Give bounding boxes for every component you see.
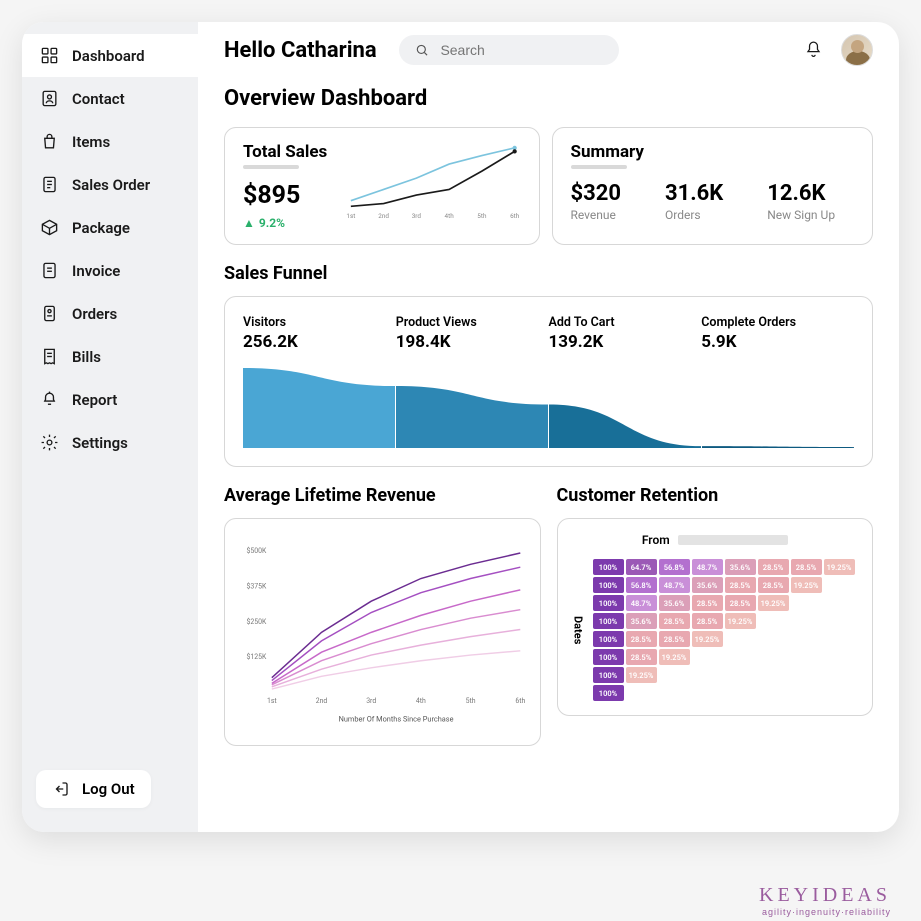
summary-card: Summary $320 Revenue 31.6K Orders 12.6K — [552, 127, 874, 245]
receipt-icon — [40, 347, 59, 366]
total-sales-title: Total Sales — [243, 142, 329, 162]
summary-title: Summary — [571, 142, 855, 162]
sidebar-item-label: Contact — [72, 90, 125, 108]
svg-text:1st: 1st — [346, 212, 355, 220]
file-icon — [40, 261, 59, 280]
bag-icon — [40, 132, 59, 151]
sidebar-item-label: Report — [72, 391, 117, 409]
logout-label: Log Out — [82, 780, 135, 798]
summary-stat: $320 Revenue — [571, 181, 622, 222]
badge-icon — [40, 304, 59, 323]
svg-text:4th: 4th — [416, 697, 426, 705]
sidebar-item-label: Dashboard — [72, 47, 145, 65]
svg-text:6th: 6th — [510, 212, 520, 220]
box-icon — [40, 218, 59, 237]
summary-stat: 31.6K Orders — [665, 181, 723, 222]
page-title: Overview Dashboard — [224, 86, 873, 111]
stat-value: 31.6K — [665, 181, 723, 206]
funnel-chart — [243, 368, 854, 448]
svg-text:5th: 5th — [466, 697, 476, 705]
greeting: Hello Catharina — [224, 38, 377, 63]
doclist-icon — [40, 175, 59, 194]
report-icon — [40, 390, 59, 409]
sidebar-item-bills[interactable]: Bills — [22, 335, 198, 378]
logout-icon — [52, 780, 70, 798]
retention-card: From Dates 100%64.7%56.8%48.7%35.6%28.5%… — [557, 518, 874, 716]
svg-text:$250K: $250K — [246, 618, 266, 626]
funnel-card: Visitors 256.2K Product Views 198.4K Add… — [224, 296, 873, 467]
svg-text:3rd: 3rd — [412, 212, 422, 220]
sidebar-item-contact[interactable]: Contact — [22, 77, 198, 120]
lifetime-section: Average Lifetime Revenue $125K $250K $375K… — [224, 485, 541, 746]
retention-axis-label: Dates — [572, 616, 585, 644]
search-input[interactable] — [440, 42, 602, 58]
stat-label: Revenue — [571, 208, 622, 222]
sidebar-item-label: Items — [72, 133, 110, 151]
svg-text:2nd: 2nd — [378, 212, 389, 220]
svg-text:2nd: 2nd — [316, 697, 328, 705]
retention-range-bar — [678, 535, 788, 545]
funnel-title: Sales Funnel — [224, 263, 873, 284]
retention-title: Customer Retention — [557, 485, 874, 506]
contact-icon — [40, 89, 59, 108]
svg-text:4th: 4th — [445, 212, 455, 220]
sidebar-item-label: Bills — [72, 348, 101, 366]
retention-heatmap: 100%64.7%56.8%48.7%35.6%28.5%28.5%19.25%… — [593, 559, 855, 701]
stat-value: $320 — [571, 181, 622, 206]
svg-text:6th: 6th — [515, 697, 525, 705]
card-divider — [571, 165, 627, 169]
svg-text:5th: 5th — [477, 212, 487, 220]
lifetime-card: $125K $250K $375K $500K 1st 2nd 3rd 4th 5th 6th Nu… — [224, 518, 541, 746]
total-sales-sparkline: 1st 2nd 3rd 4th 5th 6th — [345, 142, 521, 220]
sidebar: Dashboard Contact Items Sales Order Pack… — [22, 22, 198, 832]
sidebar-item-settings[interactable]: Settings — [22, 421, 198, 464]
funnel-stage: Visitors 256.2K — [243, 315, 396, 352]
sidebar-item-label: Settings — [72, 434, 128, 452]
stat-label: Orders — [665, 208, 723, 222]
grid-icon — [40, 46, 59, 65]
notifications-button[interactable] — [804, 39, 823, 62]
summary-stat: 12.6K New Sign Up — [767, 181, 835, 222]
svg-text:3rd: 3rd — [366, 697, 376, 705]
search-icon — [415, 42, 429, 58]
total-sales-change: ▲ 9.2% — [243, 216, 329, 230]
card-divider — [243, 165, 299, 169]
sidebar-item-label: Sales Order — [72, 176, 150, 194]
logout-button[interactable]: Log Out — [36, 770, 151, 808]
sidebar-item-invoice[interactable]: Invoice — [22, 249, 198, 292]
lifetime-title: Average Lifetime Revenue — [224, 485, 541, 506]
sidebar-item-label: Package — [72, 219, 130, 237]
brand-footer: KEYIDEAS agility·ingenuity·reliability — [759, 884, 891, 917]
svg-text:1st: 1st — [267, 697, 277, 705]
funnel-stage: Complete Orders 5.9K — [701, 315, 854, 352]
search-box[interactable] — [399, 35, 619, 65]
svg-text:$125K: $125K — [246, 653, 266, 661]
sidebar-item-label: Invoice — [72, 262, 120, 280]
sidebar-item-package[interactable]: Package — [22, 206, 198, 249]
retention-header: From — [572, 533, 859, 547]
total-sales-card: Total Sales $895 ▲ 9.2% 1st 2nd 3rd 4th 5th 6… — [224, 127, 540, 245]
total-sales-value: $895 — [243, 181, 329, 210]
sidebar-item-label: Orders — [72, 305, 117, 323]
sidebar-item-items[interactable]: Items — [22, 120, 198, 163]
svg-text:$375K: $375K — [246, 582, 266, 590]
funnel-stage: Add To Cart 139.2K — [549, 315, 702, 352]
stat-value: 12.6K — [767, 181, 835, 206]
gear-icon — [40, 433, 59, 452]
svg-text:Number Of Months Since Purchas: Number Of Months Since Purchase — [339, 714, 454, 723]
stat-label: New Sign Up — [767, 208, 835, 222]
sidebar-item-dashboard[interactable]: Dashboard — [22, 34, 198, 77]
sidebar-item-salesorder[interactable]: Sales Order — [22, 163, 198, 206]
avatar[interactable] — [841, 34, 873, 66]
funnel-stage: Product Views 198.4K — [396, 315, 549, 352]
sidebar-item-orders[interactable]: Orders — [22, 292, 198, 335]
retention-section: Customer Retention From Dates 100%64.7%5… — [557, 485, 874, 746]
sidebar-item-report[interactable]: Report — [22, 378, 198, 421]
svg-text:$500K: $500K — [246, 547, 266, 555]
lifetime-chart: $125K $250K $375K $500K 1st 2nd 3rd 4th 5th 6th Nu… — [235, 533, 530, 733]
topbar: Hello Catharina — [198, 22, 899, 78]
